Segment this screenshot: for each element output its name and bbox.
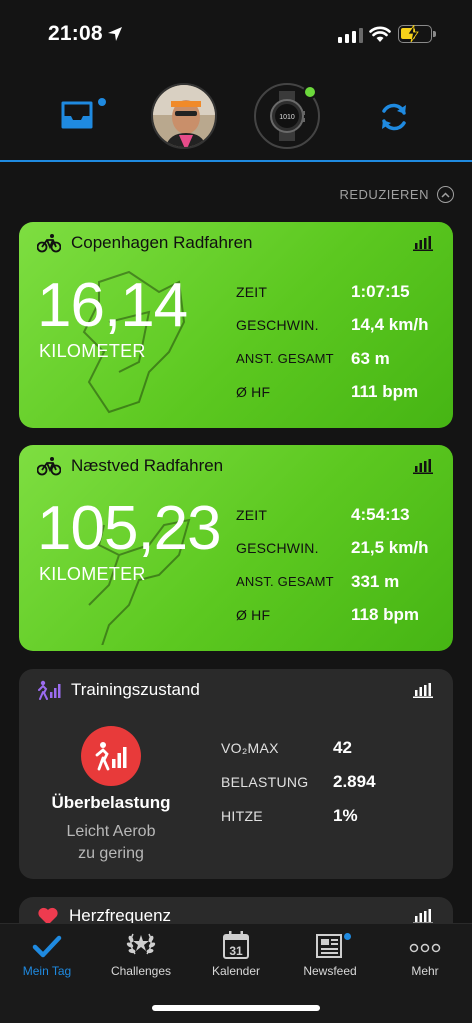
training-subtitle-line: Leicht Aerob <box>66 823 156 840</box>
calendar-icon: 31 <box>222 924 250 964</box>
inbox-notification-dot <box>98 98 106 106</box>
training-title: Trainingszustand <box>71 680 200 699</box>
stat-label: ZEIT <box>236 283 268 300</box>
bar-chart-icon[interactable] <box>413 908 433 924</box>
sync-icon[interactable] <box>377 100 411 134</box>
stat-label: ANST. GESAMT <box>236 574 334 590</box>
stat-label: HITZE <box>221 808 263 824</box>
stat-row: ZEIT 4:54:13 <box>236 498 429 532</box>
stat-value: 14,4 km/h <box>351 315 429 335</box>
distance-value: 105,23 <box>37 494 222 563</box>
stat-value: 21,5 km/h <box>351 538 429 558</box>
stat-row: Ø HF 118 bpm <box>236 599 429 633</box>
tab-label: Newsfeed <box>303 964 357 978</box>
training-stats: VO₂MAX 42 BELASTUNG 2.894 HITZE 1% <box>221 731 376 833</box>
battery-icon <box>398 25 436 43</box>
training-status-icon <box>38 680 61 700</box>
tab-label: Challenges <box>110 964 172 978</box>
tab-mein-tag[interactable]: Mein Tag <box>0 924 94 994</box>
stat-row: BELASTUNG 2.894 <box>221 765 376 799</box>
chevron-up-icon <box>437 186 454 203</box>
check-icon <box>32 924 62 964</box>
stat-label: ZEIT <box>236 506 268 523</box>
tab-newsfeed[interactable]: Newsfeed <box>283 924 377 994</box>
stat-row: HITZE 1% <box>221 799 376 833</box>
stat-label: Ø HF <box>236 607 271 624</box>
stat-label: ANST. GESAMT <box>236 351 334 367</box>
tab-label: Kalender <box>211 964 261 978</box>
stat-label: VO₂MAX <box>221 740 279 756</box>
reduce-button[interactable]: REDUZIEREN <box>339 186 454 203</box>
bar-chart-icon[interactable] <box>413 458 433 474</box>
stat-label: GESCHWIN. <box>236 540 319 557</box>
bar-chart-icon[interactable] <box>413 235 433 251</box>
activity-card[interactable]: Næstved Radfahren 105,23 KILOMETER ZEIT 4… <box>19 445 453 651</box>
cellular-signal-icon <box>338 27 363 43</box>
stat-value: 1% <box>333 806 358 825</box>
distance-value: 16,14 <box>37 271 188 340</box>
stat-value: 2.894 <box>333 772 376 791</box>
distance-unit: KILOMETER <box>39 341 146 361</box>
stat-row: GESCHWIN. 14,4 km/h <box>236 309 429 343</box>
activity-header: Copenhagen Radfahren <box>37 233 252 253</box>
watch-connected-dot <box>303 85 317 99</box>
training-subtitle-line: zu gering <box>78 845 144 862</box>
tab-challenges[interactable]: Challenges <box>94 924 188 994</box>
stat-label: BELASTUNG <box>221 774 309 790</box>
stat-value: 111 bpm <box>351 382 419 402</box>
location-arrow-icon <box>108 27 122 41</box>
stat-row: VO₂MAX 42 <box>221 731 376 765</box>
calendar-day: 31 <box>229 944 243 958</box>
stat-value: 42 <box>333 738 352 757</box>
laurel-icon <box>125 924 157 964</box>
stat-value: 4:54:13 <box>351 504 410 524</box>
distance-unit: KILOMETER <box>39 564 146 584</box>
training-subtitle: Leicht Aerob zu gering <box>19 821 203 865</box>
bar-chart-icon[interactable] <box>413 682 433 698</box>
inbox-icon[interactable] <box>60 100 94 130</box>
tab-mehr[interactable]: Mehr <box>378 924 472 994</box>
activity-card[interactable]: Copenhagen Radfahren 16,14 KILOMETER ZEI… <box>19 222 453 428</box>
home-indicator[interactable] <box>152 1005 320 1011</box>
wifi-icon <box>369 26 391 42</box>
overload-status-icon <box>81 726 141 786</box>
bike-icon <box>37 234 61 253</box>
stat-row: GESCHWIN. 21,5 km/h <box>236 532 429 566</box>
stat-value: 331 m <box>351 571 400 591</box>
tab-label: Mein Tag <box>22 964 72 978</box>
stat-value: 118 bpm <box>351 605 420 625</box>
bike-icon <box>37 457 61 476</box>
status-time: 21:08 <box>48 22 103 45</box>
stat-row: ANST. GESAMT 331 m <box>236 565 429 599</box>
avatar[interactable] <box>151 83 217 149</box>
stat-label: GESCHWIN. <box>236 317 319 334</box>
stat-value: 63 m <box>351 348 390 368</box>
stat-row: ZEIT 1:07:15 <box>236 275 429 309</box>
activity-header: Næstved Radfahren <box>37 456 223 476</box>
stat-label: Ø HF <box>236 384 271 401</box>
top-nav: 1010 <box>0 70 472 162</box>
training-status-value: Überbelastung <box>51 793 171 812</box>
reduce-label: REDUZIEREN <box>339 187 429 202</box>
newspaper-icon <box>315 924 351 964</box>
activity-title: Copenhagen Radfahren <box>71 233 253 252</box>
stat-row: ANST. GESAMT 63 m <box>236 342 429 376</box>
more-icon <box>409 924 441 964</box>
stat-row: Ø HF 111 bpm <box>236 376 429 410</box>
status-bar: 21:08 <box>0 0 472 70</box>
tab-kalender[interactable]: 31 Kalender <box>189 924 283 994</box>
training-header: Trainingszustand <box>37 680 200 700</box>
newsfeed-notification-dot <box>344 933 351 940</box>
svg-text:1010: 1010 <box>279 114 295 121</box>
activity-stats: ZEIT 4:54:13 GESCHWIN. 21,5 km/h ANST. GES… <box>236 498 429 632</box>
activity-stats: ZEIT 1:07:15 GESCHWIN. 14,4 km/h ANST. GES… <box>236 275 429 409</box>
training-status-card[interactable]: Trainingszustand Überbelastung Leicht Ae… <box>19 669 453 879</box>
activity-title: Næstved Radfahren <box>71 456 224 475</box>
stat-value: 1:07:15 <box>351 281 410 301</box>
tab-label: Mehr <box>411 964 439 978</box>
